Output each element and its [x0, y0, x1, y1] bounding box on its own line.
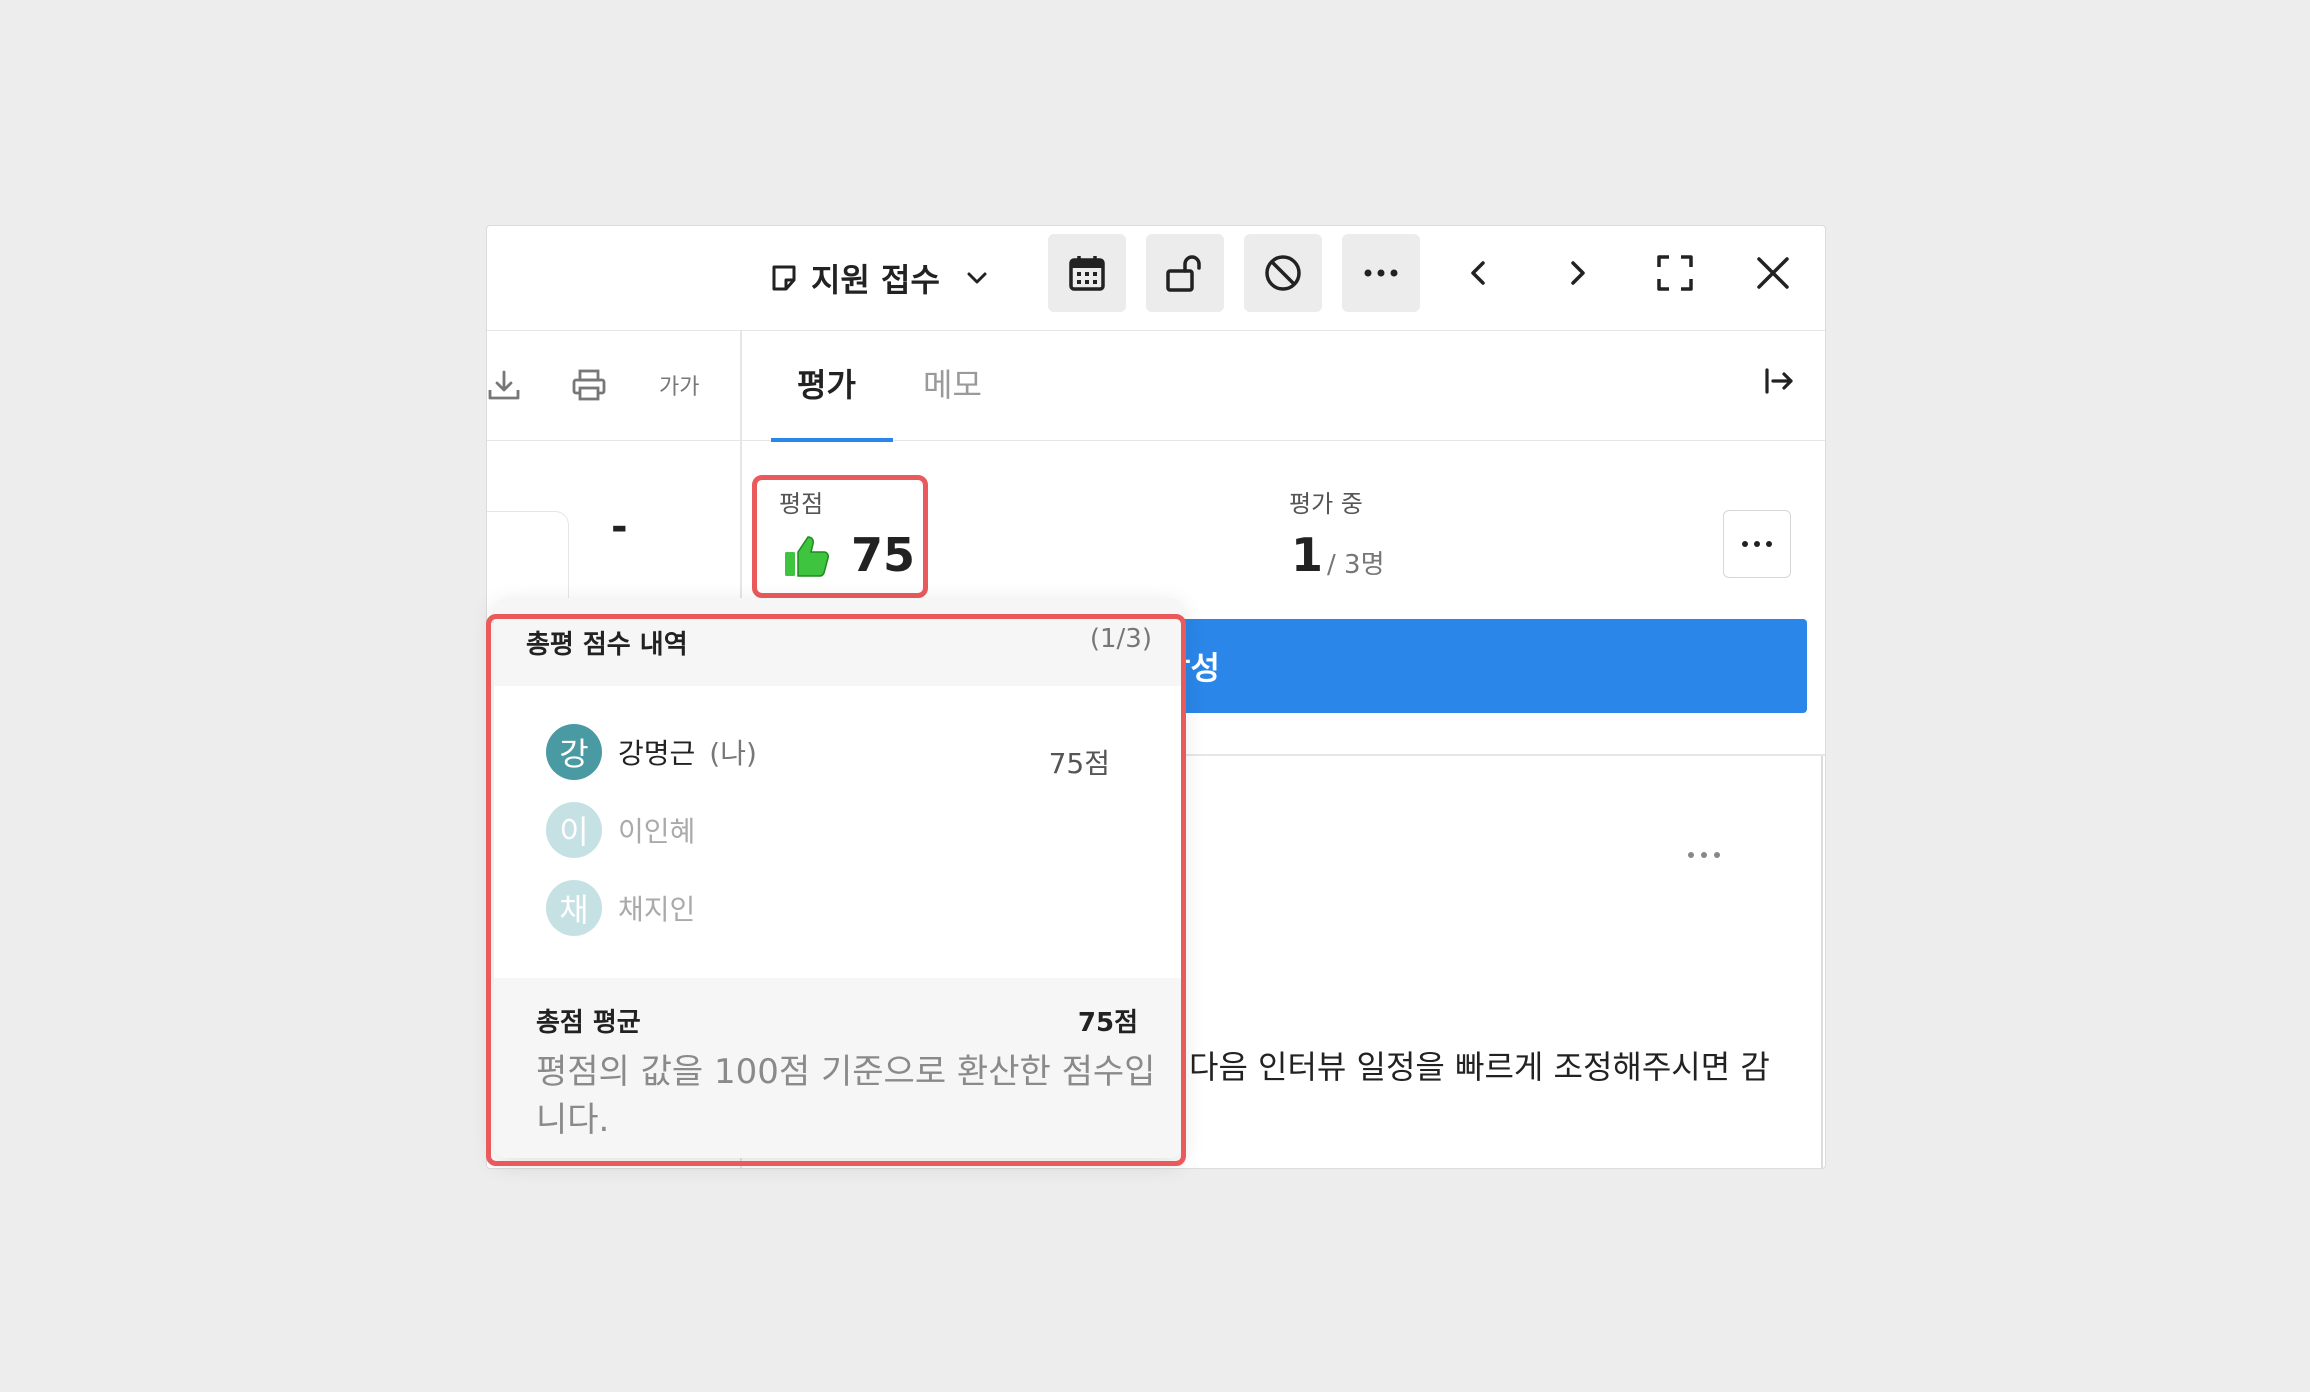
evaluation-more-button[interactable]	[1723, 510, 1791, 578]
block-icon	[1265, 255, 1301, 291]
collapse-panel-button[interactable]	[1763, 366, 1795, 400]
tab-evaluation[interactable]: 평가	[797, 360, 856, 406]
more-button[interactable]	[1342, 234, 1420, 312]
print-button[interactable]	[571, 365, 607, 405]
arrow-right-to-line-icon	[1765, 368, 1793, 394]
tab-memo[interactable]: 메모	[923, 360, 982, 406]
calendar-icon	[1069, 256, 1105, 291]
chevron-down-icon	[967, 272, 987, 284]
stage-label: 지원 접수	[811, 261, 940, 299]
more-icon	[1364, 269, 1398, 277]
stage-dropdown[interactable]: 지원 접수	[769, 256, 990, 300]
close-button[interactable]	[1734, 234, 1812, 312]
fullscreen-button[interactable]	[1636, 234, 1714, 312]
progress-label: 평가 중	[1289, 490, 1363, 518]
font-size-button[interactable]: 가가	[659, 365, 699, 405]
score-highlight	[752, 475, 928, 598]
comment-more-button[interactable]	[1687, 844, 1721, 863]
font-size-icon: 가가	[659, 375, 700, 400]
chevron-left-icon	[1471, 261, 1485, 285]
unlock-icon	[1166, 255, 1201, 292]
schedule-button[interactable]	[1048, 234, 1126, 312]
note-icon	[772, 265, 796, 291]
close-icon	[1757, 257, 1789, 289]
comment-card-edge	[1821, 756, 1823, 1168]
top-toolbar: 지원 접수	[487, 226, 1825, 331]
download-button[interactable]	[487, 365, 521, 405]
document-dash: -	[611, 504, 628, 550]
download-icon	[488, 370, 520, 400]
next-button[interactable]	[1538, 234, 1616, 312]
chevron-right-icon	[1571, 261, 1585, 285]
progress-count: 1	[1291, 528, 1324, 582]
fullscreen-icon	[1657, 255, 1693, 291]
comment-text: 다음 인터뷰 일정을 빠르게 조정해주시면 감	[1189, 1048, 1770, 1086]
previous-button[interactable]	[1440, 234, 1518, 312]
evaluation-tabs: 평가 메모	[741, 330, 1825, 442]
more-icon	[1742, 541, 1772, 547]
progress-total: / 3명	[1327, 550, 1385, 580]
print-icon	[572, 369, 606, 401]
block-button[interactable]	[1244, 234, 1322, 312]
document-toolbar: 가가	[487, 330, 740, 441]
more-icon	[1688, 852, 1720, 858]
unlock-button[interactable]	[1146, 234, 1224, 312]
popover-highlight	[486, 614, 1186, 1166]
active-tab-indicator	[771, 438, 893, 442]
